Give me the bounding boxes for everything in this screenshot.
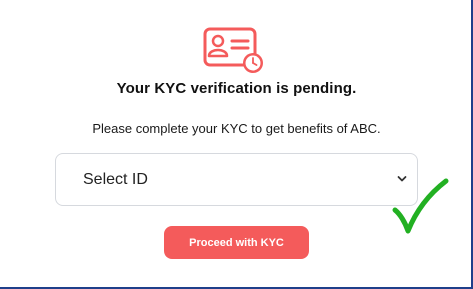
kyc-pending-dialog: Your KYC verification is pending. Please…	[0, 0, 473, 289]
id-card-clock-icon	[203, 27, 263, 73]
checkmark-icon	[392, 178, 449, 234]
kyc-instruction-text: Please complete your KYC to get benefits…	[92, 121, 381, 136]
id-select-value: Select ID	[83, 171, 148, 188]
page-title: Your KYC verification is pending.	[116, 80, 357, 97]
proceed-with-kyc-button[interactable]: Proceed with KYC	[164, 226, 309, 259]
id-type-select[interactable]: Select ID	[55, 153, 418, 206]
